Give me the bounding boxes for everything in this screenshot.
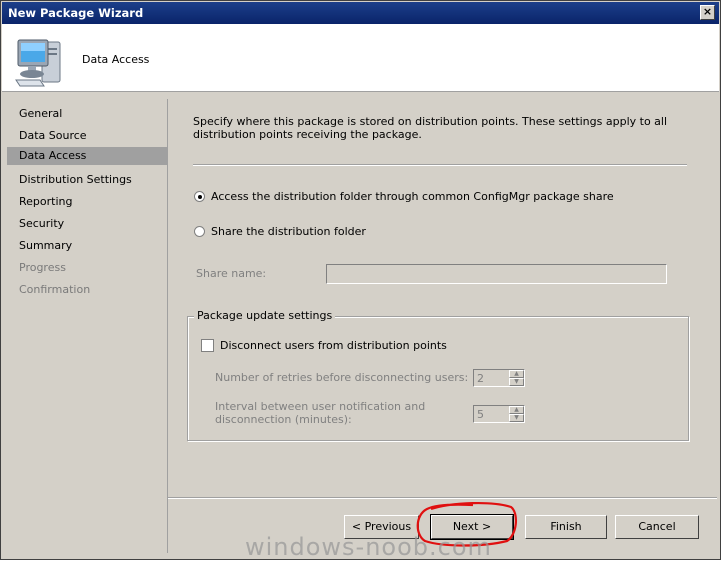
sidebar-item-general[interactable]: General	[7, 105, 167, 123]
wizard-steps-sidebar: General Data Source Data Access Distribu…	[7, 99, 168, 553]
finish-button[interactable]: Finish	[525, 515, 607, 539]
interval-stepper[interactable]: 5 ▲ ▼	[473, 405, 525, 423]
sidebar-item-progress: Progress	[7, 259, 167, 277]
sidebar-item-data-access[interactable]: Data Access	[7, 147, 167, 165]
sidebar-item-summary[interactable]: Summary	[7, 237, 167, 255]
sidebar-item-data-source[interactable]: Data Source	[7, 127, 167, 145]
sidebar-item-label: Data Access	[19, 149, 87, 162]
sidebar-item-confirmation: Confirmation	[7, 281, 167, 299]
group-title: Package update settings	[194, 309, 336, 322]
share-name-input[interactable]	[326, 264, 667, 284]
computer-icon	[15, 39, 61, 87]
close-button[interactable]: ×	[700, 5, 715, 20]
stepper-up-icon[interactable]: ▲	[509, 370, 524, 378]
content-divider	[193, 164, 687, 166]
interval-label-line1: Interval between user notification and	[215, 400, 426, 413]
disconnect-users-label[interactable]: Disconnect users from distribution point…	[220, 339, 447, 352]
stepper-down-icon[interactable]: ▼	[509, 378, 524, 386]
interval-label-line2: disconnection (minutes):	[215, 413, 352, 426]
footer-divider	[168, 497, 717, 499]
interval-value: 5	[477, 408, 484, 421]
retries-stepper[interactable]: 2 ▲ ▼	[473, 369, 525, 387]
title-bar[interactable]: New Package Wizard ×	[2, 2, 719, 24]
sidebar-item-label: Confirmation	[19, 283, 91, 296]
radio-selected-dot	[198, 195, 202, 199]
retries-label: Number of retries before disconnecting u…	[215, 371, 469, 384]
radio-share-folder[interactable]	[194, 226, 205, 237]
radio-common-share-label[interactable]: Access the distribution folder through c…	[211, 190, 614, 203]
watermark-text: windows-noob.com	[245, 533, 492, 561]
cancel-button[interactable]: Cancel	[615, 515, 699, 539]
wizard-content: Specify where this package is stored on …	[168, 92, 716, 496]
retries-value: 2	[477, 372, 484, 385]
sidebar-item-label: Summary	[19, 239, 73, 252]
sidebar-item-reporting[interactable]: Reporting	[7, 193, 167, 211]
page-description: Specify where this package is stored on …	[193, 115, 668, 141]
sidebar-item-label: Reporting	[19, 195, 73, 208]
sidebar-item-label: Data Source	[19, 129, 87, 142]
wizard-window: New Package Wizard × Data Access General…	[0, 0, 721, 561]
sidebar-item-distribution-settings[interactable]: Distribution Settings	[7, 171, 167, 189]
radio-share-folder-label[interactable]: Share the distribution folder	[211, 225, 366, 238]
stepper-up-icon[interactable]: ▲	[509, 406, 524, 414]
close-icon: ×	[702, 5, 713, 18]
sidebar-item-label: Distribution Settings	[19, 173, 132, 186]
wizard-header: Data Access	[2, 24, 719, 92]
sidebar-item-label: Security	[19, 217, 65, 230]
sidebar-item-label: General	[19, 107, 63, 120]
share-name-label: Share name:	[196, 267, 267, 280]
disconnect-users-checkbox[interactable]	[201, 339, 214, 352]
stepper-down-icon[interactable]: ▼	[509, 414, 524, 422]
window-title: New Package Wizard	[8, 6, 144, 20]
sidebar-item-label: Progress	[19, 261, 66, 274]
page-heading: Data Access	[82, 53, 150, 66]
sidebar-item-security[interactable]: Security	[7, 215, 167, 233]
radio-common-share[interactable]	[194, 191, 205, 202]
